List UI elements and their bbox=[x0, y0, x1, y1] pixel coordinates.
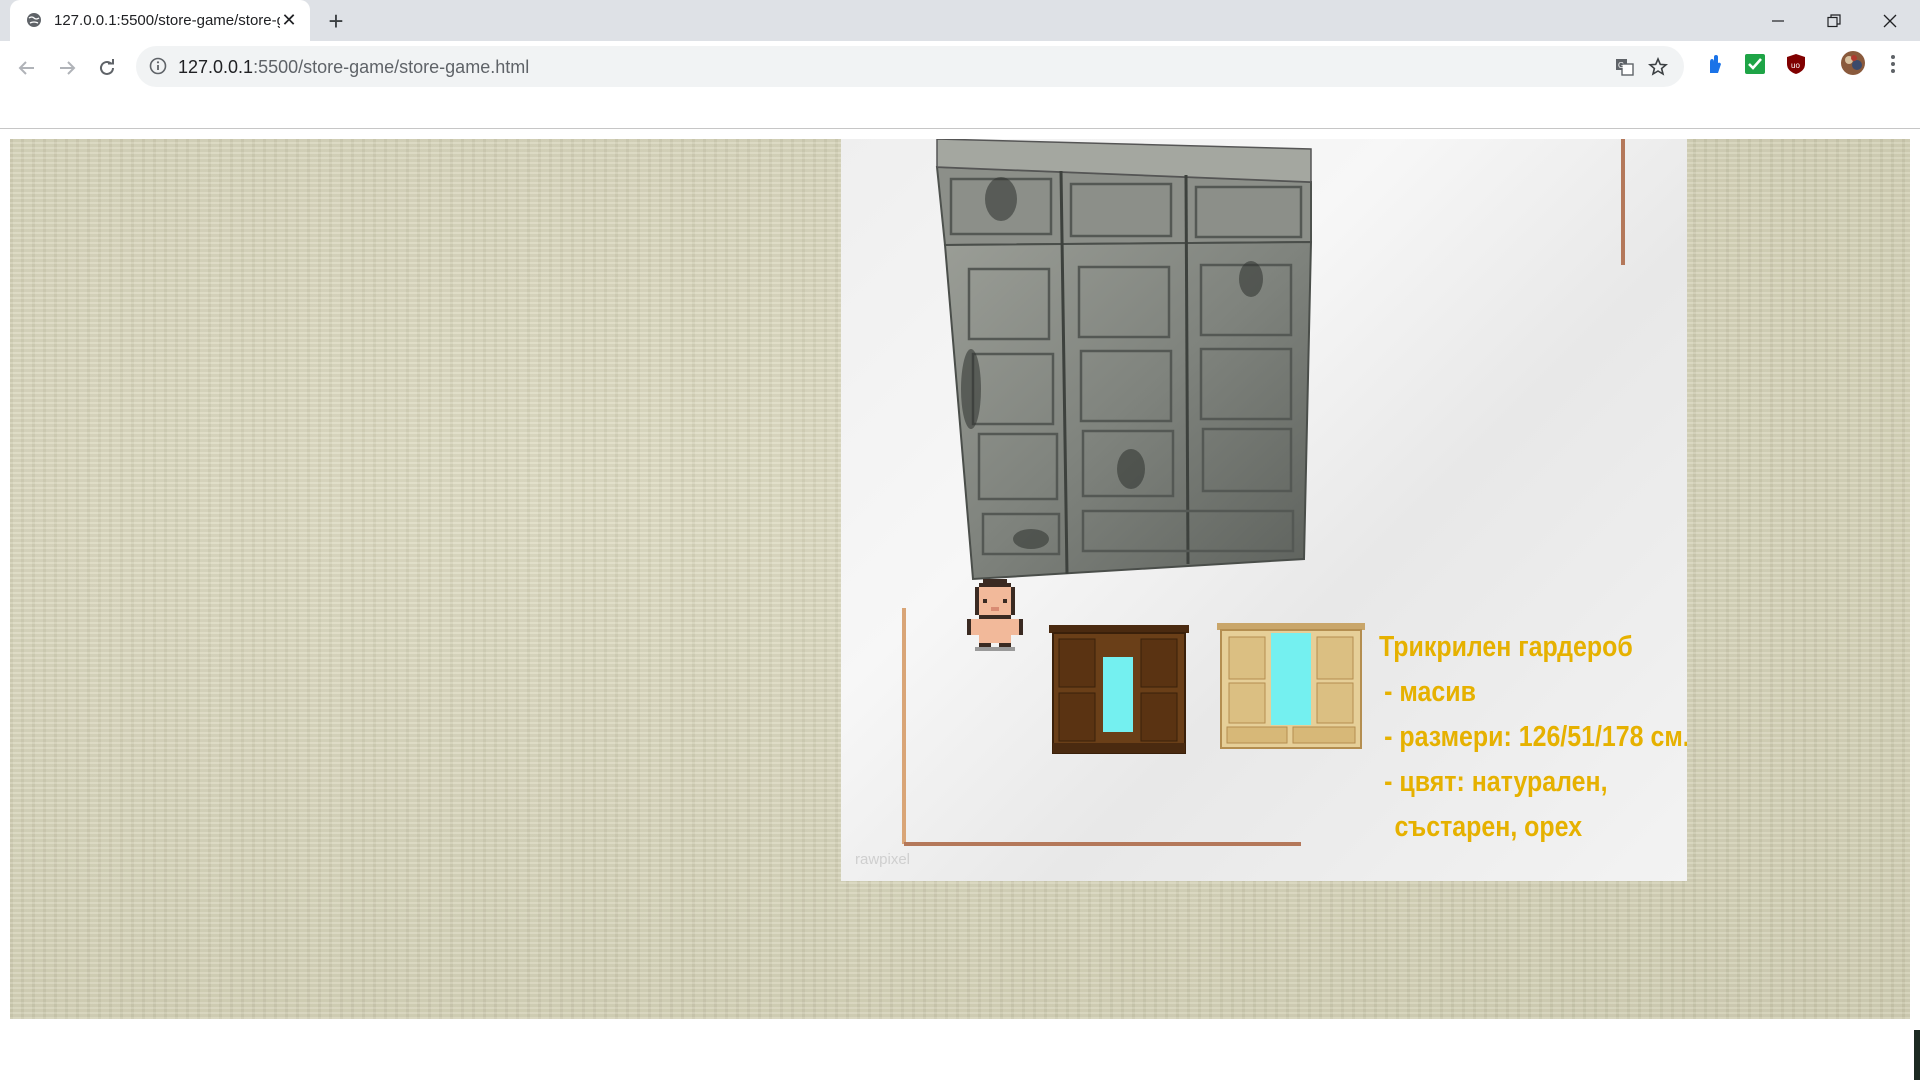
translate-icon[interactable]: G bbox=[1614, 56, 1636, 78]
info-icon[interactable] bbox=[149, 57, 167, 75]
new-tab-button[interactable]: + bbox=[322, 7, 350, 35]
url-text: 127.0.0.1:5500/store-game/store-game.htm… bbox=[178, 57, 529, 78]
browser-tab[interactable]: 127.0.0.1:5500/store-game/store-game.htm… bbox=[10, 0, 310, 41]
star-icon[interactable] bbox=[1647, 56, 1669, 78]
product-line-size: - размери: 126/51/178 см. bbox=[1384, 721, 1687, 753]
browser-toolbar: 127.0.0.1:5500/store-game/store-game.htm… bbox=[0, 41, 1920, 129]
forward-button[interactable] bbox=[51, 52, 83, 84]
url-path: :5500/store-game/store-game.html bbox=[253, 57, 530, 77]
reload-button[interactable] bbox=[91, 52, 123, 84]
profile-avatar[interactable] bbox=[1840, 50, 1866, 76]
tab-close-icon[interactable]: ✕ bbox=[278, 9, 300, 31]
product-display: Трикрилен гардероб - масив - размери: 12… bbox=[841, 139, 1687, 881]
watermark: rawpixel bbox=[855, 851, 911, 868]
wardrobe-natural-image bbox=[1217, 623, 1365, 749]
product-line-color-cont: състарен, орех bbox=[1394, 811, 1583, 843]
product-description: Трикрилен гардероб - масив - размери: 12… bbox=[1379, 625, 1687, 850]
game-canvas[interactable]: Трикрилен гардероб - масив - размери: 12… bbox=[10, 139, 1910, 1019]
minimize-button[interactable] bbox=[1750, 0, 1806, 41]
extension-check-icon[interactable] bbox=[1742, 51, 1768, 77]
menu-kebab-icon[interactable] bbox=[1880, 51, 1906, 77]
address-bar[interactable]: 127.0.0.1:5500/store-game/store-game.htm… bbox=[136, 46, 1684, 87]
wardrobe-large-image bbox=[935, 139, 1313, 581]
product-line-color: - цвят: натурален, bbox=[1384, 766, 1608, 798]
ublock-icon[interactable]: uo bbox=[1783, 51, 1809, 77]
extension-hand-icon[interactable] bbox=[1702, 51, 1728, 77]
url-host: 127.0.0.1 bbox=[178, 57, 254, 77]
page-viewport: Трикрилен гардероб - масив - размери: 12… bbox=[0, 129, 1920, 1080]
svg-text:uo: uo bbox=[1791, 61, 1800, 70]
globe-icon bbox=[26, 12, 42, 28]
svg-text:G: G bbox=[1618, 61, 1624, 70]
player-character[interactable] bbox=[967, 579, 1023, 651]
scrollbar-corner bbox=[1914, 1030, 1920, 1080]
product-title: Трикрилен гардероб bbox=[1379, 631, 1633, 663]
wardrobe-walnut-image bbox=[1049, 625, 1189, 754]
tab-strip: 127.0.0.1:5500/store-game/store-game.htm… bbox=[0, 0, 1920, 41]
tab-title: 127.0.0.1:5500/store-game/store-game.htm… bbox=[54, 12, 280, 29]
back-button[interactable] bbox=[11, 52, 43, 84]
product-line-material: - масив bbox=[1384, 676, 1476, 708]
close-window-button[interactable] bbox=[1862, 0, 1918, 41]
restore-button[interactable] bbox=[1806, 0, 1862, 41]
